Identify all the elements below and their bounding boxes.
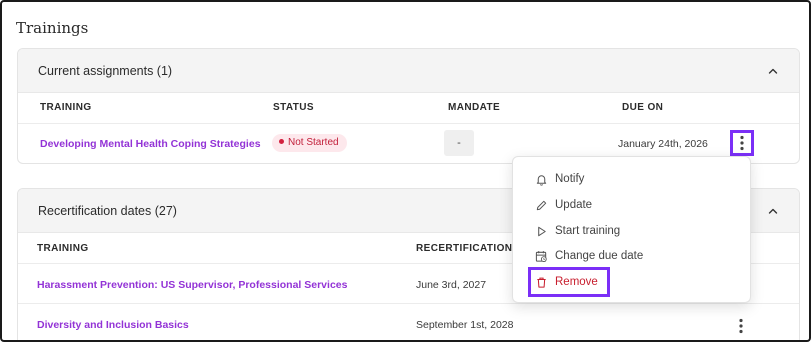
- more-vertical-icon: [739, 318, 743, 334]
- recertification-date-value: June 3rd, 2027: [416, 279, 487, 291]
- menu-item-notify[interactable]: Notify: [535, 169, 584, 189]
- column-header-recertification-date: RECERTIFICATION D: [416, 243, 524, 254]
- current-assignments-header[interactable]: Current assignments (1): [18, 49, 799, 93]
- status-badge: Not Started: [272, 134, 347, 152]
- column-header-status: STATUS: [273, 102, 314, 113]
- recertification-title: Recertification dates (27): [38, 204, 177, 218]
- mandate-value: -: [444, 130, 474, 156]
- pencil-icon: [536, 200, 547, 210]
- column-header-training: TRAINING: [40, 102, 92, 113]
- column-header-mandate: MANDATE: [448, 102, 501, 113]
- page-title: Trainings: [16, 19, 89, 37]
- more-vertical-icon: [740, 135, 744, 151]
- menu-item-start-training[interactable]: Start training: [535, 221, 620, 241]
- menu-item-label: Start training: [555, 225, 621, 237]
- menu-item-change-due-date[interactable]: Change due date: [535, 246, 643, 266]
- divider: [18, 303, 799, 304]
- row-actions-button[interactable]: [729, 313, 753, 339]
- menu-item-label: Notify: [555, 173, 585, 185]
- training-link[interactable]: Diversity and Inclusion Basics: [37, 319, 189, 331]
- bell-icon: [536, 174, 547, 186]
- divider: [18, 123, 799, 124]
- row-actions-menu: Notify Update Start training Change due …: [512, 156, 751, 303]
- recertification-date-value: September 1st, 2028: [416, 319, 514, 331]
- row-actions-button[interactable]: [730, 130, 754, 156]
- current-assignments-section: Current assignments (1) TRAINING STATUS …: [17, 48, 800, 164]
- due-on-value: January 24th, 2026: [618, 138, 708, 150]
- menu-item-label: Update: [555, 199, 593, 211]
- chevron-up-icon[interactable]: [767, 205, 779, 217]
- status-label: Not Started: [288, 137, 339, 148]
- trainings-panel: Trainings Current assignments (1) TRAINI…: [0, 0, 811, 342]
- play-icon: [538, 226, 546, 236]
- current-assignments-title: Current assignments (1): [38, 64, 173, 78]
- menu-item-update[interactable]: Update: [535, 195, 592, 215]
- column-header-training: TRAINING: [37, 243, 89, 254]
- remove-highlight-outline: [528, 267, 610, 297]
- calendar-clock-icon: [535, 250, 547, 262]
- menu-item-label: Change due date: [555, 250, 644, 262]
- column-header-due-on: DUE ON: [622, 102, 664, 113]
- chevron-up-icon[interactable]: [767, 65, 779, 77]
- training-link[interactable]: Developing Mental Health Coping Strategi…: [40, 138, 261, 150]
- training-link[interactable]: Harassment Prevention: US Supervisor, Pr…: [37, 279, 347, 291]
- status-dot-icon: [279, 139, 284, 144]
